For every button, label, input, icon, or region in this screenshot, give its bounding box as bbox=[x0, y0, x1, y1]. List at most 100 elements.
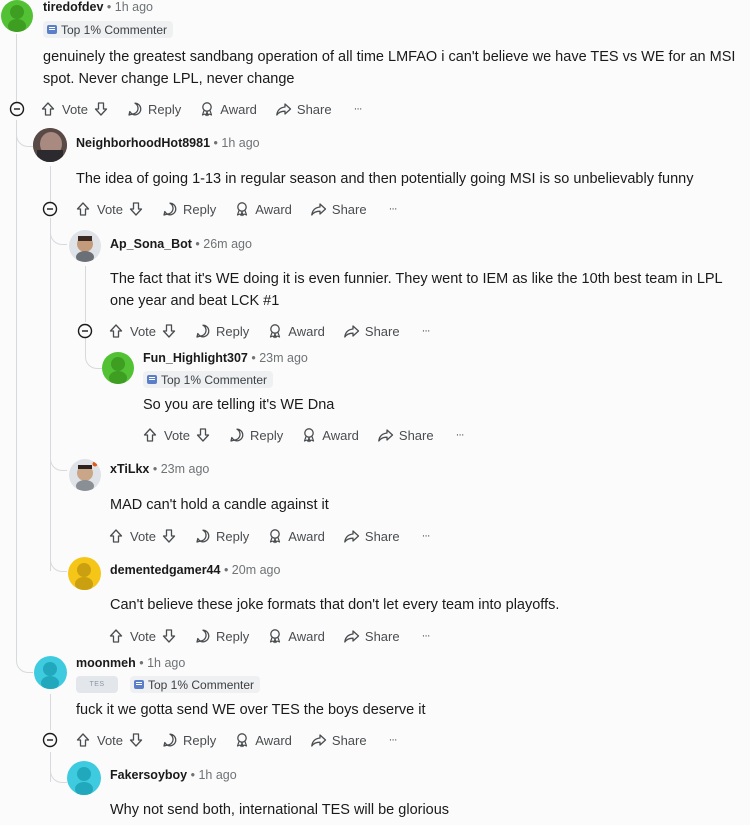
share-button[interactable]: Share bbox=[310, 732, 367, 748]
downvote-icon[interactable] bbox=[161, 528, 177, 544]
comment-body: The fact that it's WE doing it is even f… bbox=[110, 271, 723, 309]
thread-line bbox=[50, 218, 51, 571]
downvote-icon[interactable] bbox=[128, 732, 144, 748]
collapse-icon[interactable] bbox=[42, 201, 58, 217]
downvote-icon[interactable] bbox=[93, 101, 109, 117]
thread-line bbox=[50, 694, 51, 730]
reply-button[interactable]: Reply bbox=[162, 732, 216, 748]
more-options-button[interactable]: ··· bbox=[354, 103, 363, 115]
thread-elbow bbox=[50, 440, 67, 471]
more-options-button[interactable]: ··· bbox=[456, 429, 465, 441]
award-button[interactable]: Award bbox=[267, 528, 325, 544]
comment-actions: Vote Reply Award Share ··· bbox=[75, 730, 398, 750]
more-options-button[interactable]: ··· bbox=[422, 630, 431, 642]
share-button[interactable]: Share bbox=[275, 101, 332, 117]
award-button[interactable]: Award bbox=[234, 732, 292, 748]
reply-button[interactable]: Reply bbox=[195, 628, 249, 644]
comment-body: MAD can't hold a candle against it bbox=[110, 497, 329, 513]
avatar[interactable] bbox=[69, 459, 101, 491]
share-label: Share bbox=[398, 427, 434, 443]
reply-button[interactable]: Reply bbox=[195, 323, 249, 339]
avatar[interactable] bbox=[67, 761, 101, 795]
more-options-button[interactable]: ··· bbox=[389, 734, 398, 746]
upvote-icon[interactable] bbox=[75, 732, 91, 748]
award-icon bbox=[267, 323, 283, 339]
award-button[interactable]: Award bbox=[234, 201, 292, 217]
downvote-icon[interactable] bbox=[161, 323, 177, 339]
upvote-icon[interactable] bbox=[108, 628, 124, 644]
thread-elbow bbox=[50, 218, 67, 245]
avatar[interactable] bbox=[68, 557, 101, 590]
avatar[interactable] bbox=[1, 0, 33, 32]
downvote-icon[interactable] bbox=[128, 201, 144, 217]
reply-button[interactable]: Reply bbox=[162, 201, 216, 217]
comment-actions: Vote Reply Award Share ··· bbox=[108, 626, 431, 646]
award-button[interactable]: Award bbox=[267, 323, 325, 339]
award-label: Award bbox=[288, 323, 325, 339]
comment-author[interactable]: Ap_Sona_Bot • 26m ago bbox=[110, 237, 252, 251]
comment-actions: Vote Reply Award Share ··· bbox=[142, 425, 465, 445]
award-button[interactable]: Award bbox=[199, 101, 257, 117]
more-options-button[interactable]: ··· bbox=[422, 325, 431, 337]
avatar[interactable] bbox=[102, 352, 134, 384]
share-button[interactable]: Share bbox=[310, 201, 367, 217]
thread-elbow bbox=[50, 540, 67, 572]
vote-label: Vote bbox=[130, 528, 157, 544]
comment-author[interactable]: dementedgamer44 • 20m ago bbox=[110, 563, 280, 577]
comment-actions: Vote Reply Award Share ··· bbox=[75, 199, 398, 219]
share-label: Share bbox=[364, 323, 400, 339]
reply-button[interactable]: Reply bbox=[127, 101, 181, 117]
comment-bubble-icon bbox=[195, 323, 211, 339]
upvote-icon[interactable] bbox=[108, 323, 124, 339]
avatar[interactable] bbox=[34, 656, 67, 689]
share-button[interactable]: Share bbox=[343, 528, 400, 544]
thread-elbow bbox=[16, 120, 33, 147]
comment-author[interactable]: NeighborhoodHot8981 • 1h ago bbox=[76, 136, 260, 150]
share-label: Share bbox=[331, 732, 367, 748]
award-button[interactable]: Award bbox=[267, 628, 325, 644]
reply-button[interactable]: Reply bbox=[195, 528, 249, 544]
collapse-icon[interactable] bbox=[9, 101, 25, 117]
vote-label: Vote bbox=[130, 628, 157, 644]
more-options-button[interactable]: ··· bbox=[389, 203, 398, 215]
share-icon bbox=[310, 732, 327, 748]
reply-label: Reply bbox=[250, 427, 284, 443]
award-label: Award bbox=[322, 427, 359, 443]
downvote-icon[interactable] bbox=[195, 427, 211, 443]
upvote-icon[interactable] bbox=[75, 201, 91, 217]
reply-button[interactable]: Reply bbox=[229, 427, 283, 443]
share-button[interactable]: Share bbox=[343, 323, 400, 339]
upvote-icon[interactable] bbox=[108, 528, 124, 544]
comment-body: So you are telling it's WE Dna bbox=[143, 397, 335, 413]
downvote-icon[interactable] bbox=[161, 628, 177, 644]
thread-line bbox=[16, 120, 17, 650]
more-options-button[interactable]: ··· bbox=[422, 530, 431, 542]
award-icon bbox=[234, 732, 250, 748]
share-icon bbox=[377, 427, 394, 443]
comment-actions: Vote Reply Award Share ··· bbox=[108, 321, 431, 341]
award-label: Award bbox=[255, 201, 292, 217]
comment-author[interactable]: xTiLkx • 23m ago bbox=[110, 462, 209, 476]
comment-body: The idea of going 1-13 in regular season… bbox=[76, 171, 694, 187]
upvote-icon[interactable] bbox=[40, 101, 56, 117]
avatar[interactable] bbox=[33, 128, 67, 162]
collapse-icon[interactable] bbox=[77, 323, 93, 339]
thread-elbow bbox=[50, 752, 67, 783]
reply-label: Reply bbox=[216, 628, 250, 644]
award-button[interactable]: Award bbox=[301, 427, 359, 443]
comment-author[interactable]: tiredofdev • 1h ago bbox=[43, 0, 153, 14]
share-icon bbox=[343, 323, 360, 339]
award-icon bbox=[199, 101, 215, 117]
comment-author[interactable]: moonmeh • 1h ago bbox=[76, 656, 185, 670]
comment-bubble-icon bbox=[195, 628, 211, 644]
upvote-icon[interactable] bbox=[142, 427, 158, 443]
thread-elbow bbox=[16, 650, 33, 673]
comment-author[interactable]: Fakersoyboy • 1h ago bbox=[110, 768, 237, 782]
avatar[interactable] bbox=[69, 230, 101, 262]
comment-body: Can't believe these joke formats that do… bbox=[110, 597, 560, 613]
share-button[interactable]: Share bbox=[377, 427, 434, 443]
comment-author[interactable]: Fun_Highlight307 • 23m ago bbox=[143, 351, 308, 365]
thread-line bbox=[85, 266, 86, 322]
collapse-icon[interactable] bbox=[42, 732, 58, 748]
share-button[interactable]: Share bbox=[343, 628, 400, 644]
